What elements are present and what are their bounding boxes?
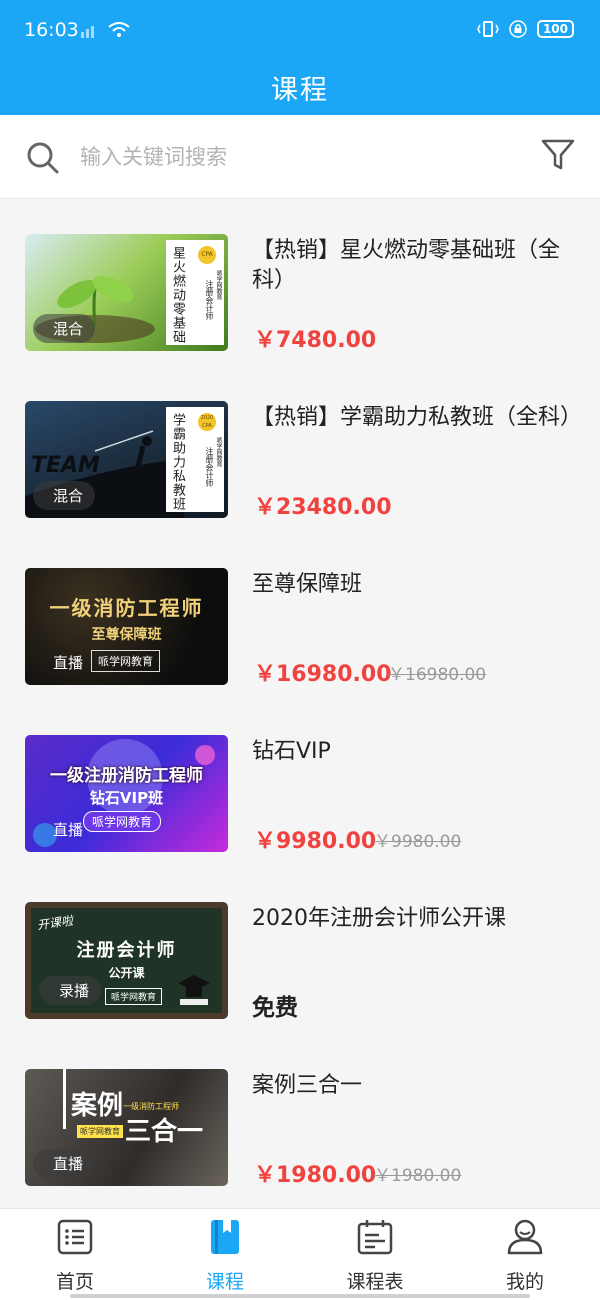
- course-thumbnail: 案例 一级消防工程师 哌学网教育 三合一 直播: [25, 1069, 228, 1186]
- course-price: ￥16980.00: [254, 662, 392, 687]
- course-price: ￥1980.00: [254, 1163, 377, 1188]
- thumb-brand: 哌学网教育: [105, 988, 163, 1005]
- thumb-accent-line: [63, 1069, 66, 1129]
- course-price: ￥7480.00: [254, 328, 377, 353]
- course-thumbnail: TEAM 学霸助力私教班 2020 CPA 注册会计师 哌学网教育 混合: [25, 401, 228, 518]
- thumb-brand: 哌学网教育: [77, 1125, 123, 1138]
- course-original-price: ￥1980.00: [374, 1166, 462, 1186]
- thumb-side-panel: 学霸助力私教班 2020 CPA 注册会计师 哌学网教育: [166, 407, 224, 512]
- thumb-side-sub: 注册会计师: [205, 447, 214, 487]
- cpa-badge: CPA: [198, 246, 216, 264]
- course-card[interactable]: 一级注册消防工程师 钻石VIP班 哌学网教育 直播 钻石VIP ￥9980.00…: [0, 701, 600, 868]
- course-card[interactable]: 开课啦 注册会计师 公开课 哌学网教育 录播 2020年注册会计师公开课 免费: [0, 868, 600, 1035]
- course-title[interactable]: 案例三合一: [252, 1071, 582, 1101]
- thumb-brand: 哌学网教育: [91, 650, 160, 672]
- thumb-team-text: TEAM: [31, 453, 100, 478]
- status-right: 100: [477, 20, 574, 38]
- course-type-tag: 直播: [53, 654, 84, 672]
- tab-profile[interactable]: 我的: [450, 1209, 600, 1300]
- search-bar: [0, 115, 600, 199]
- wifi-icon: [108, 22, 130, 37]
- course-title[interactable]: 【热销】学霸助力私教班（全科）: [252, 403, 582, 433]
- thumb-side-panel: 星火燃动零基础 CPA 注册会计师 哌学网教育: [166, 240, 224, 345]
- thumb-line1: 注册会计师: [76, 940, 177, 961]
- course-price: ￥9980.00: [254, 829, 377, 854]
- course-card[interactable]: 一级消防工程师 至尊保障班 哌学网教育 直播 至尊保障班 ￥16980.00 ￥…: [0, 534, 600, 701]
- status-bar: 16:03 100: [0, 0, 600, 60]
- thumb-line0: 开课啦: [36, 913, 74, 933]
- tab-home-label: 首页: [55, 1271, 94, 1293]
- tab-home[interactable]: 首页: [0, 1209, 150, 1300]
- tab-schedule-label: 课程表: [346, 1271, 404, 1293]
- filter-icon[interactable]: [540, 137, 576, 173]
- course-original-price: ￥9980.00: [374, 832, 462, 852]
- course-list: 星火燃动零基础 CPA 注册会计师 哌学网教育 混合 【热销】星火燃动零基础班（…: [0, 200, 600, 1208]
- cpa-badge: 2020 CPA: [198, 413, 216, 431]
- course-card[interactable]: 星火燃动零基础 CPA 注册会计师 哌学网教育 混合 【热销】星火燃动零基础班（…: [0, 200, 600, 367]
- battery-indicator: 100: [536, 20, 574, 38]
- course-title[interactable]: 【热销】星火燃动零基础班（全科）: [252, 236, 582, 296]
- course-thumbnail: 星火燃动零基础 CPA 注册会计师 哌学网教育 混合: [25, 234, 228, 351]
- bottom-tab-bar: 首页 课程 课程表 我的: [0, 1208, 600, 1300]
- course-type-tag: 混合: [33, 314, 96, 343]
- course-title[interactable]: 至尊保障班: [252, 570, 582, 600]
- thumb-line2: 三合一: [125, 1117, 204, 1147]
- course-card[interactable]: TEAM 学霸助力私教班 2020 CPA 注册会计师 哌学网教育 混合 【热销…: [0, 367, 600, 534]
- course-type-tag: 混合: [33, 481, 96, 510]
- course-price: 免费: [252, 995, 298, 1021]
- thumb-brand: 哌学网教育: [215, 437, 222, 467]
- thumb-line1: 一级消防工程师: [49, 596, 204, 620]
- user-icon: [507, 1219, 543, 1255]
- course-title[interactable]: 钻石VIP: [252, 737, 582, 767]
- search-input[interactable]: [80, 139, 500, 175]
- thumb-brand: 哌学网教育: [215, 270, 222, 300]
- lock-icon: [509, 20, 527, 38]
- course-thumbnail: 一级注册消防工程师 钻石VIP班 哌学网教育 直播: [25, 735, 228, 852]
- list-icon: [57, 1219, 93, 1255]
- course-title[interactable]: 2020年注册会计师公开课: [252, 904, 582, 934]
- course-type-tag: 直播: [33, 1149, 96, 1178]
- course-type-tag: 直播: [53, 821, 84, 839]
- course-original-price: ￥16980.00: [388, 665, 487, 685]
- thumb-line1: 一级注册消防工程师: [50, 766, 203, 786]
- schedule-icon: [357, 1220, 393, 1255]
- home-indicator: [70, 1294, 530, 1298]
- signal-icons: [80, 22, 130, 38]
- vibrate-icon: [477, 21, 499, 37]
- course-thumbnail: 开课啦 注册会计师 公开课 哌学网教育 录播: [25, 902, 228, 1019]
- graduation-cap-icon: [178, 975, 210, 1005]
- course-type-tag: 录播: [39, 976, 102, 1005]
- course-card[interactable]: 案例 一级消防工程师 哌学网教育 三合一 直播 案例三合一 ￥1980.00 ￥…: [0, 1035, 600, 1202]
- page-title: 课程: [271, 75, 329, 106]
- status-time: 16:03: [24, 19, 79, 41]
- tab-schedule[interactable]: 课程表: [300, 1209, 450, 1300]
- thumb-line2: 至尊保障班: [91, 627, 162, 643]
- book-icon: [211, 1220, 239, 1254]
- thumb-line2: 钻石VIP班: [89, 789, 164, 807]
- thumb-side-title: 学霸助力私教班: [170, 413, 185, 511]
- tab-courses[interactable]: 课程: [150, 1209, 300, 1300]
- tab-courses-label: 课程: [205, 1271, 244, 1293]
- tab-profile-label: 我的: [505, 1271, 544, 1293]
- search-icon[interactable]: [26, 141, 60, 175]
- app-bar: 课程: [0, 60, 600, 115]
- thumb-side-sub: 注册会计师: [205, 280, 214, 320]
- cellular-signal-icon: [81, 26, 94, 38]
- course-price: ￥23480.00: [254, 495, 392, 520]
- course-thumbnail: 一级消防工程师 至尊保障班 哌学网教育 直播: [25, 568, 228, 685]
- thumb-side-title: 星火燃动零基础: [170, 246, 185, 344]
- thumb-line1: 案例: [71, 1091, 124, 1121]
